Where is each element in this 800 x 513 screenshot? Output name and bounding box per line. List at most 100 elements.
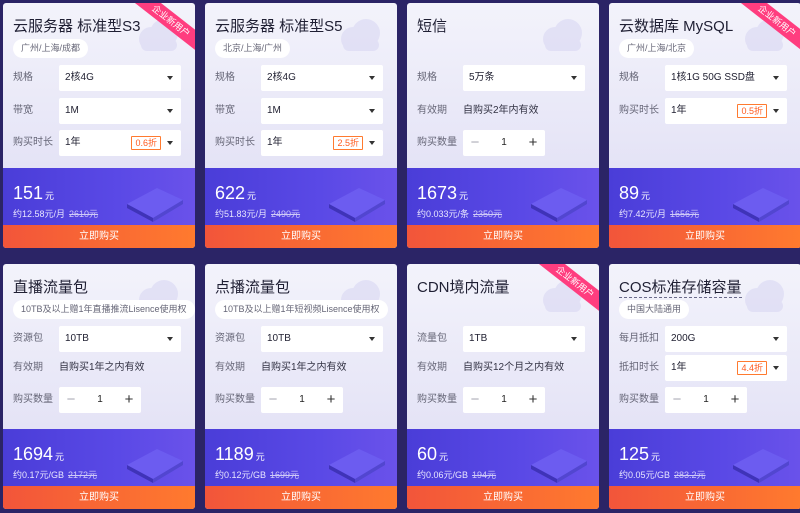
cloud-decor-icon <box>745 280 784 312</box>
duration-select[interactable]: 1年 0.6折 <box>59 130 181 156</box>
chevron-down-icon <box>571 337 577 341</box>
buy-now-button[interactable]: 立即购买 <box>3 486 195 509</box>
product-title[interactable]: COS标准存储容量 <box>619 276 742 298</box>
bandwidth-value: 1M <box>65 105 79 116</box>
package-select[interactable]: 1TB <box>463 326 585 352</box>
chevron-down-icon <box>369 76 375 80</box>
original-price: 2490元 <box>271 209 301 219</box>
quantity-input[interactable]: 1 <box>83 387 117 413</box>
decrement-button[interactable]: − <box>463 387 487 413</box>
price: 60 元 <box>417 444 448 465</box>
price-detail: 约51.83元/月 2490元 <box>215 207 300 220</box>
monthly-deduct-row: 每月抵扣 200G <box>609 326 800 352</box>
product-title: 云数据库 MySQL <box>619 18 734 35</box>
price-value: 1189 <box>215 444 254 464</box>
price-band: 1694 元 约0.17元/GB 2172元 <box>3 429 195 486</box>
buy-now-button[interactable]: 立即购买 <box>407 225 599 248</box>
increment-button[interactable]: + <box>521 387 545 413</box>
validity-value: 自购买1年之内有效 <box>59 362 145 373</box>
original-price: 2610元 <box>69 209 99 219</box>
package-value: 1TB <box>469 333 488 344</box>
spec-row: 规格 2核4G <box>3 65 195 91</box>
increment-button[interactable]: + <box>723 387 747 413</box>
validity-row: 有效期 自购买12个月之内有效 <box>407 355 599 381</box>
duration-select[interactable]: 1年 2.5折 <box>261 130 383 156</box>
discount-tag: 4.4折 <box>737 361 767 375</box>
server-decor-icon <box>531 449 587 483</box>
price-unit: 元 <box>55 452 65 462</box>
duration-select[interactable]: 1年 0.5折 <box>665 98 787 124</box>
spec-select[interactable]: 2核4G <box>261 65 383 91</box>
chevron-down-icon <box>773 337 779 341</box>
original-price: 283.2元 <box>674 470 706 480</box>
bandwidth-select[interactable]: 1M <box>261 98 383 124</box>
original-price: 194元 <box>472 470 497 480</box>
spec-select[interactable]: 5万条 <box>463 65 585 91</box>
validity-value: 自购买12个月之内有效 <box>463 362 565 373</box>
duration-value: 1年 <box>65 137 81 148</box>
deduct-duration-select[interactable]: 1年 4.4折 <box>665 355 787 381</box>
package-row: 资源包 10TB <box>3 326 195 352</box>
bandwidth-select[interactable]: 1M <box>59 98 181 124</box>
per-price: 约7.42元/月 <box>619 209 667 219</box>
chevron-down-icon <box>773 76 779 80</box>
duration-value: 1年 <box>671 105 687 116</box>
package-select[interactable]: 10TB <box>261 326 383 352</box>
buy-now-button[interactable]: 立即购买 <box>205 486 397 509</box>
region-tag: 北京/上海/广州 <box>215 39 291 58</box>
package-row: 资源包 10TB <box>205 326 397 352</box>
decrement-button[interactable]: − <box>261 387 285 413</box>
buy-now-button[interactable]: 立即购买 <box>609 225 800 248</box>
chevron-down-icon <box>167 141 173 145</box>
product-title: 云服务器 标准型S3 <box>13 18 141 35</box>
spec-select[interactable]: 1核1G 50G SSD盘 <box>665 65 787 91</box>
quantity-input[interactable]: 1 <box>689 387 723 413</box>
chevron-down-icon <box>369 109 375 113</box>
decrement-button[interactable]: − <box>463 130 487 156</box>
server-decor-icon <box>329 188 385 222</box>
monthly-deduct-select[interactable]: 200G <box>665 326 787 352</box>
price-value: 125 <box>619 444 650 464</box>
quantity-label: 购买数量 <box>215 394 255 405</box>
product-card-mysql: 企业新用户 云数据库 MySQL 广州/上海/北京 规格 1核1G 50G SS… <box>609 3 800 248</box>
quantity-input[interactable]: 1 <box>487 387 521 413</box>
price-band: 1189 元 约0.12元/GB 1699元 <box>205 429 397 486</box>
product-card-live-traffic: 直播流量包 10TB及以上赠1年直播推流Lisence使用权 资源包 10TB … <box>3 264 195 509</box>
quantity-input[interactable]: 1 <box>285 387 319 413</box>
validity-label: 有效期 <box>417 362 447 373</box>
chevron-down-icon <box>167 76 173 80</box>
original-price: 1656元 <box>670 209 700 219</box>
chevron-down-icon <box>369 337 375 341</box>
price-band: 125 元 约0.05元/GB 283.2元 <box>609 429 800 486</box>
validity-row: 有效期 自购买1年之内有效 <box>205 355 397 381</box>
per-price: 约0.05元/GB <box>619 470 671 480</box>
buy-now-button[interactable]: 立即购买 <box>407 486 599 509</box>
discount-tag: 2.5折 <box>333 136 363 150</box>
decrement-button[interactable]: − <box>59 387 83 413</box>
duration-row: 购买时长 1年 0.5折 <box>609 98 800 124</box>
spec-row: 规格 2核4G <box>205 65 397 91</box>
per-price: 约12.58元/月 <box>13 209 66 219</box>
package-select[interactable]: 10TB <box>59 326 181 352</box>
increment-button[interactable]: + <box>521 130 545 156</box>
spec-select[interactable]: 2核4G <box>59 65 181 91</box>
price-value: 60 <box>417 444 438 464</box>
buy-now-button[interactable]: 立即购买 <box>609 486 800 509</box>
chevron-down-icon <box>369 141 375 145</box>
bandwidth-value: 1M <box>267 105 281 116</box>
decrement-button[interactable]: − <box>665 387 689 413</box>
spec-label: 规格 <box>619 72 639 83</box>
server-decor-icon <box>733 188 789 222</box>
price-unit: 元 <box>255 452 265 462</box>
increment-button[interactable]: + <box>117 387 141 413</box>
spec-value: 5万条 <box>469 72 495 83</box>
buy-now-button[interactable]: 立即购买 <box>205 225 397 248</box>
price: 1694 元 <box>13 444 64 465</box>
product-card-cvm-s5: 云服务器 标准型S5 北京/上海/广州 规格 2核4G 带宽 1M 购买时长 1… <box>205 3 397 248</box>
validity-row: 有效期 自购买2年内有效 <box>407 98 599 124</box>
package-row: 流量包 1TB <box>407 326 599 352</box>
buy-now-button[interactable]: 立即购买 <box>3 225 195 248</box>
increment-button[interactable]: + <box>319 387 343 413</box>
quantity-input[interactable]: 1 <box>487 130 521 156</box>
price-unit: 元 <box>459 191 469 201</box>
